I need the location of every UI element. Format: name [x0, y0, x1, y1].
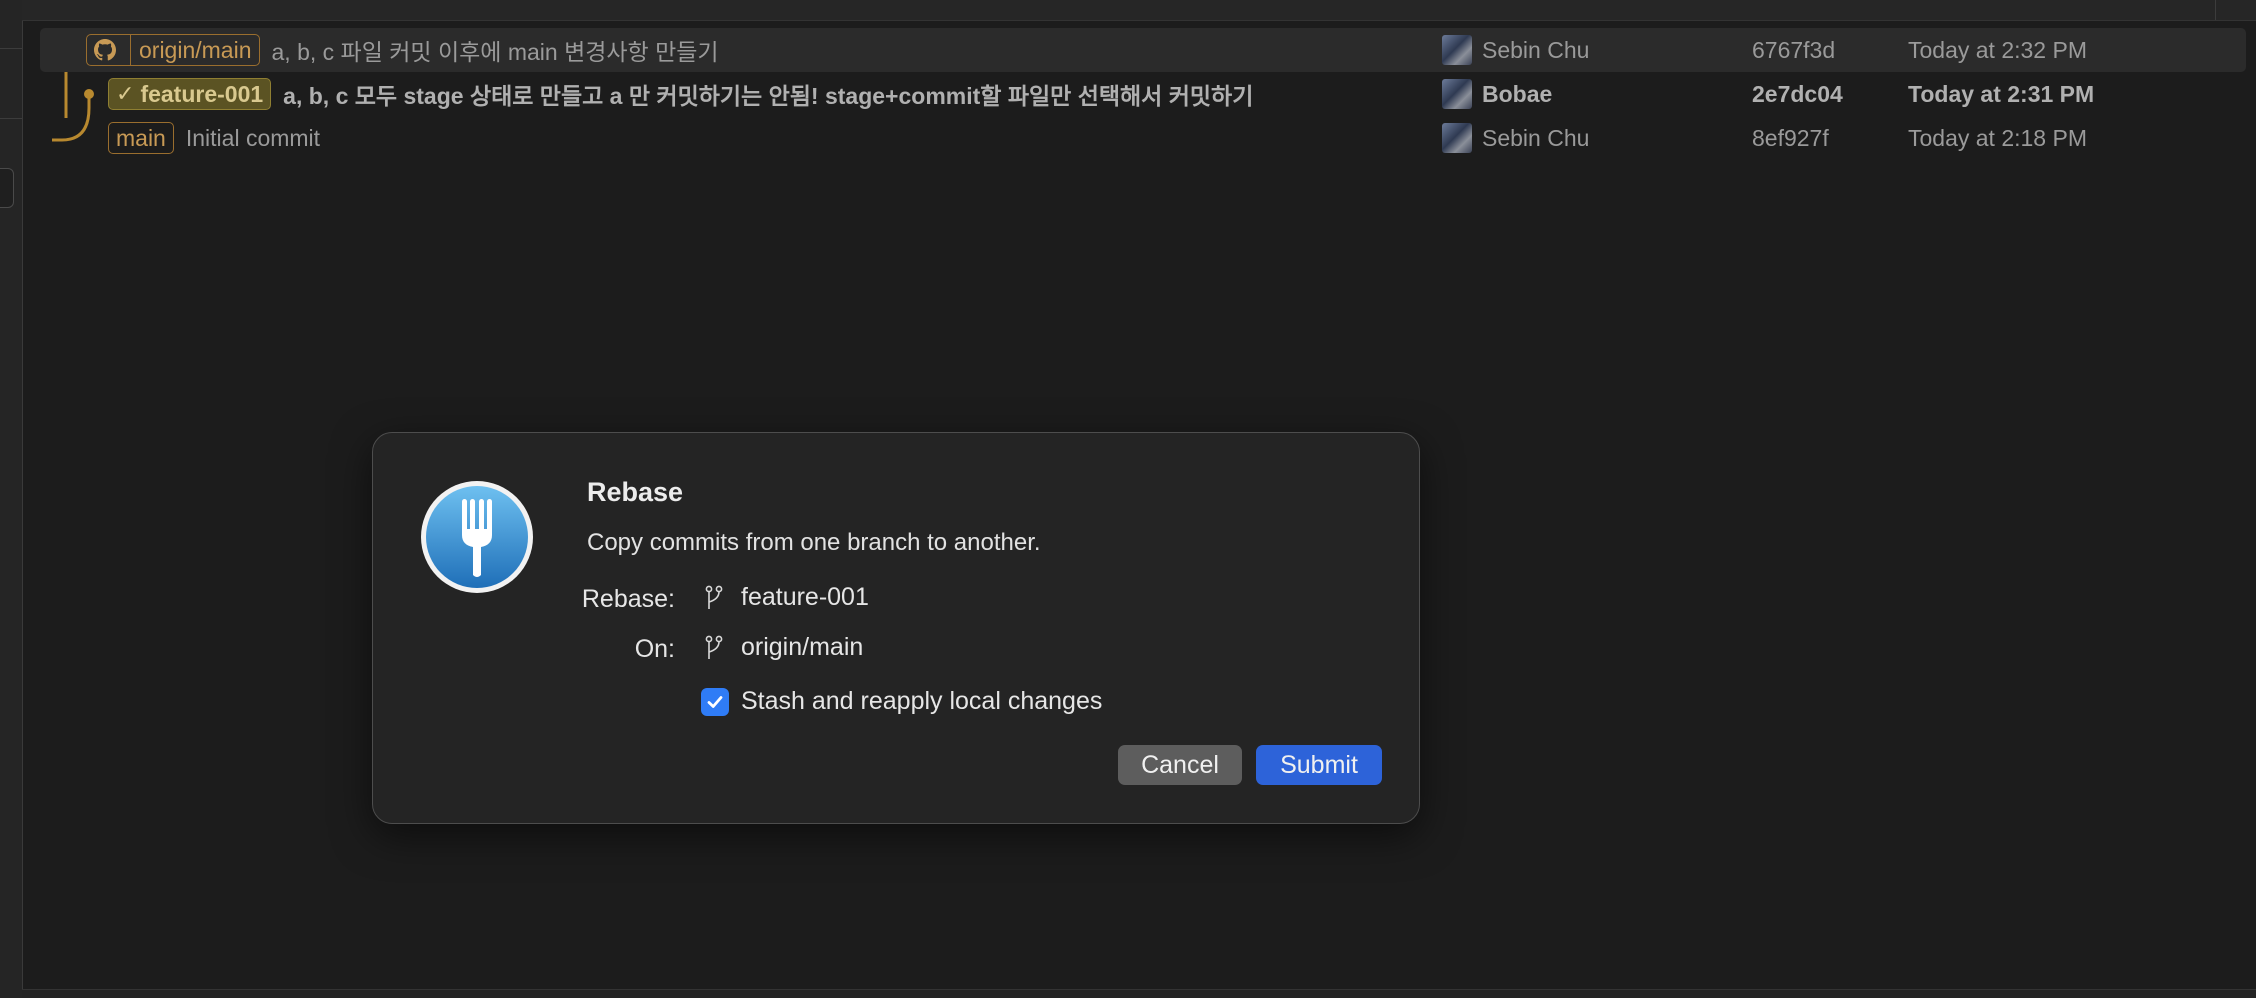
on-label: On:	[634, 635, 675, 663]
commit-subject: a, b, c 모두 stage 상태로 만들고 a 만 커밋하기는 안됨! s…	[283, 83, 1254, 109]
fork-app-icon	[421, 481, 533, 593]
sidebar-divider	[0, 118, 22, 119]
onto-branch-name: origin/main	[741, 633, 864, 661]
commit-sha: 6767f3d	[1752, 37, 1836, 63]
ref-badge-label: origin/main	[139, 36, 252, 63]
rebase-branch: feature-001	[705, 583, 869, 612]
commit-author: Bobae	[1482, 80, 1553, 107]
submit-button[interactable]: Submit	[1256, 745, 1382, 785]
sidebar-control[interactable]	[0, 168, 14, 208]
onto-branch: origin/main	[705, 633, 863, 662]
stash-checkbox[interactable]	[701, 688, 729, 716]
status-bar	[22, 989, 2256, 998]
commit-sha: 8ef927f	[1752, 125, 1829, 151]
checkmark-icon	[707, 696, 723, 708]
branch-icon	[705, 585, 723, 609]
github-icon	[94, 39, 116, 61]
ref-badge-label: feature-001	[140, 80, 264, 107]
sidebar-divider	[0, 48, 22, 49]
rebase-label: Rebase:	[581, 585, 675, 613]
commit-row[interactable]: main Initial commit Sebin Chu 8ef927f To…	[40, 116, 2246, 160]
checkmark-icon: ✓	[116, 81, 135, 106]
commit-subject: Initial commit	[185, 124, 321, 151]
avatar	[1442, 79, 1472, 109]
commit-row[interactable]: ✓ feature-001 a, b, c 모두 stage 상태로 만들고 a…	[40, 72, 2246, 116]
commit-author: Sebin Chu	[1482, 36, 1590, 63]
stash-checkbox-label[interactable]: Stash and reapply local changes	[741, 687, 1102, 716]
commit-row[interactable]: origin/main a, b, c 파일 커밋 이후에 main 변경사항 …	[40, 28, 2246, 72]
ref-badge-origin-main[interactable]: origin/main	[86, 34, 260, 66]
cancel-button[interactable]: Cancel	[1118, 745, 1242, 785]
ref-badge-feature-001[interactable]: ✓ feature-001	[108, 78, 272, 110]
rebase-dialog: Rebase Copy commits from one branch to a…	[372, 432, 1420, 824]
commit-list[interactable]: origin/main a, b, c 파일 커밋 이후에 main 변경사항 …	[40, 28, 2246, 160]
avatar	[1442, 123, 1472, 153]
sidebar-edge	[0, 0, 23, 998]
commit-subject: a, b, c 파일 커밋 이후에 main 변경사항 만들기	[271, 39, 719, 65]
ref-badge-label: main	[116, 124, 166, 151]
window-toolbar	[22, 0, 2256, 21]
commit-sha: 2e7dc04	[1752, 81, 1843, 107]
dialog-title: Rebase	[587, 477, 684, 507]
commit-date: Today at 2:32 PM	[1908, 37, 2087, 63]
rebase-branch-name: feature-001	[741, 583, 869, 611]
avatar	[1442, 35, 1472, 65]
commit-date: Today at 2:31 PM	[1908, 81, 2095, 107]
branch-icon	[705, 635, 723, 659]
dialog-subtitle: Copy commits from one branch to another.	[587, 529, 1041, 556]
ref-badge-main[interactable]: main	[108, 122, 174, 154]
commit-date: Today at 2:18 PM	[1908, 125, 2087, 151]
commit-author: Sebin Chu	[1482, 124, 1590, 151]
